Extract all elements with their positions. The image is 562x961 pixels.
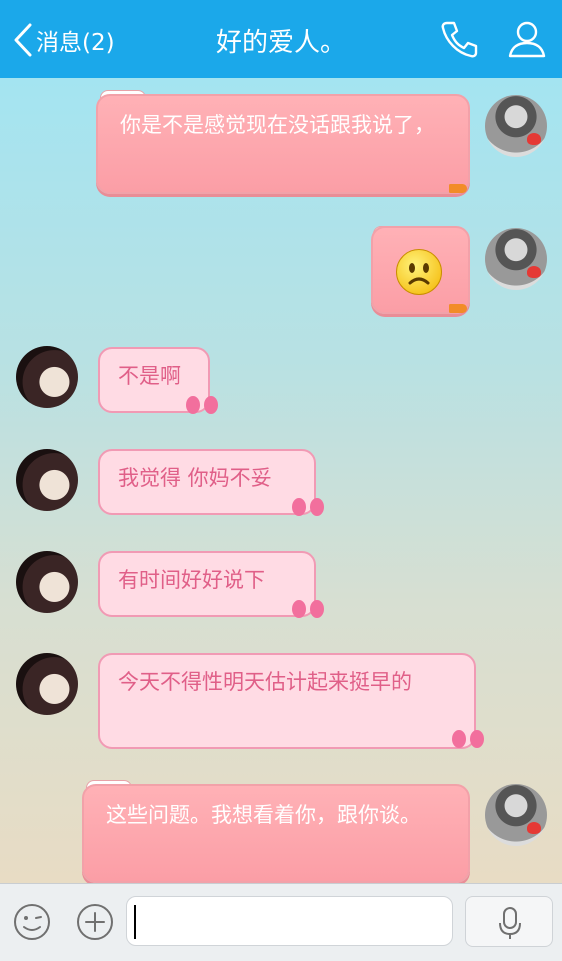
heart-icon: [527, 133, 541, 145]
emoji-button[interactable]: [12, 902, 52, 942]
plus-icon: [77, 904, 113, 940]
input-bar: [0, 883, 562, 961]
sad-face-icon: [396, 249, 442, 295]
more-options-button[interactable]: [75, 902, 115, 942]
message-text: 有时间好好说下: [118, 568, 265, 592]
message-text: 不是啊: [118, 364, 181, 388]
message-text: 这些问题。我想看着你，跟你谈。: [106, 803, 421, 827]
outgoing-message-bubble[interactable]: 你是不是感觉现在没话跟我说了，: [96, 94, 470, 194]
title-bar: 消息(2) 好的爱人。: [0, 0, 562, 78]
outgoing-message-bubble[interactable]: 这些问题。我想看着你，跟你谈。: [82, 784, 470, 883]
smiley-icon: [14, 904, 50, 940]
microphone-icon: [499, 907, 521, 939]
incoming-message-bubble[interactable]: 有时间好好说下: [98, 551, 316, 617]
contact-avatar[interactable]: [16, 551, 78, 613]
chevron-left-icon: [14, 23, 32, 57]
profile-button[interactable]: [506, 18, 548, 60]
phone-icon: [441, 21, 478, 58]
back-button[interactable]: 消息(2): [12, 20, 115, 60]
incoming-message-bubble[interactable]: 今天不得性明天估计起来挺早的: [98, 653, 476, 749]
contact-avatar[interactable]: [16, 449, 78, 511]
person-icon: [508, 21, 546, 58]
call-button[interactable]: [438, 18, 480, 60]
back-label: 消息(2): [36, 30, 115, 56]
my-avatar[interactable]: [485, 95, 547, 157]
bow-sticker-icon: [292, 496, 324, 518]
heart-icon: [527, 266, 541, 278]
bow-sticker-icon: [292, 598, 324, 620]
heart-icon: [527, 822, 541, 834]
text-cursor: [134, 905, 136, 939]
bow-sticker-icon: [186, 394, 218, 416]
carrot-icon: [449, 304, 467, 313]
message-text: 今天不得性明天估计起来挺早的: [118, 670, 412, 694]
message-input[interactable]: [126, 896, 453, 946]
message-text: 我觉得 你妈不妥: [118, 466, 272, 490]
message-text: 你是不是感觉现在没话跟我说了，: [120, 113, 435, 137]
bow-sticker-icon: [452, 728, 484, 750]
voice-button[interactable]: [465, 896, 553, 947]
my-avatar[interactable]: [485, 784, 547, 846]
contact-avatar[interactable]: [16, 653, 78, 715]
incoming-message-bubble[interactable]: 我觉得 你妈不妥: [98, 449, 316, 515]
my-avatar[interactable]: [485, 228, 547, 290]
carrot-icon: [449, 184, 467, 193]
contact-avatar[interactable]: [16, 346, 78, 408]
